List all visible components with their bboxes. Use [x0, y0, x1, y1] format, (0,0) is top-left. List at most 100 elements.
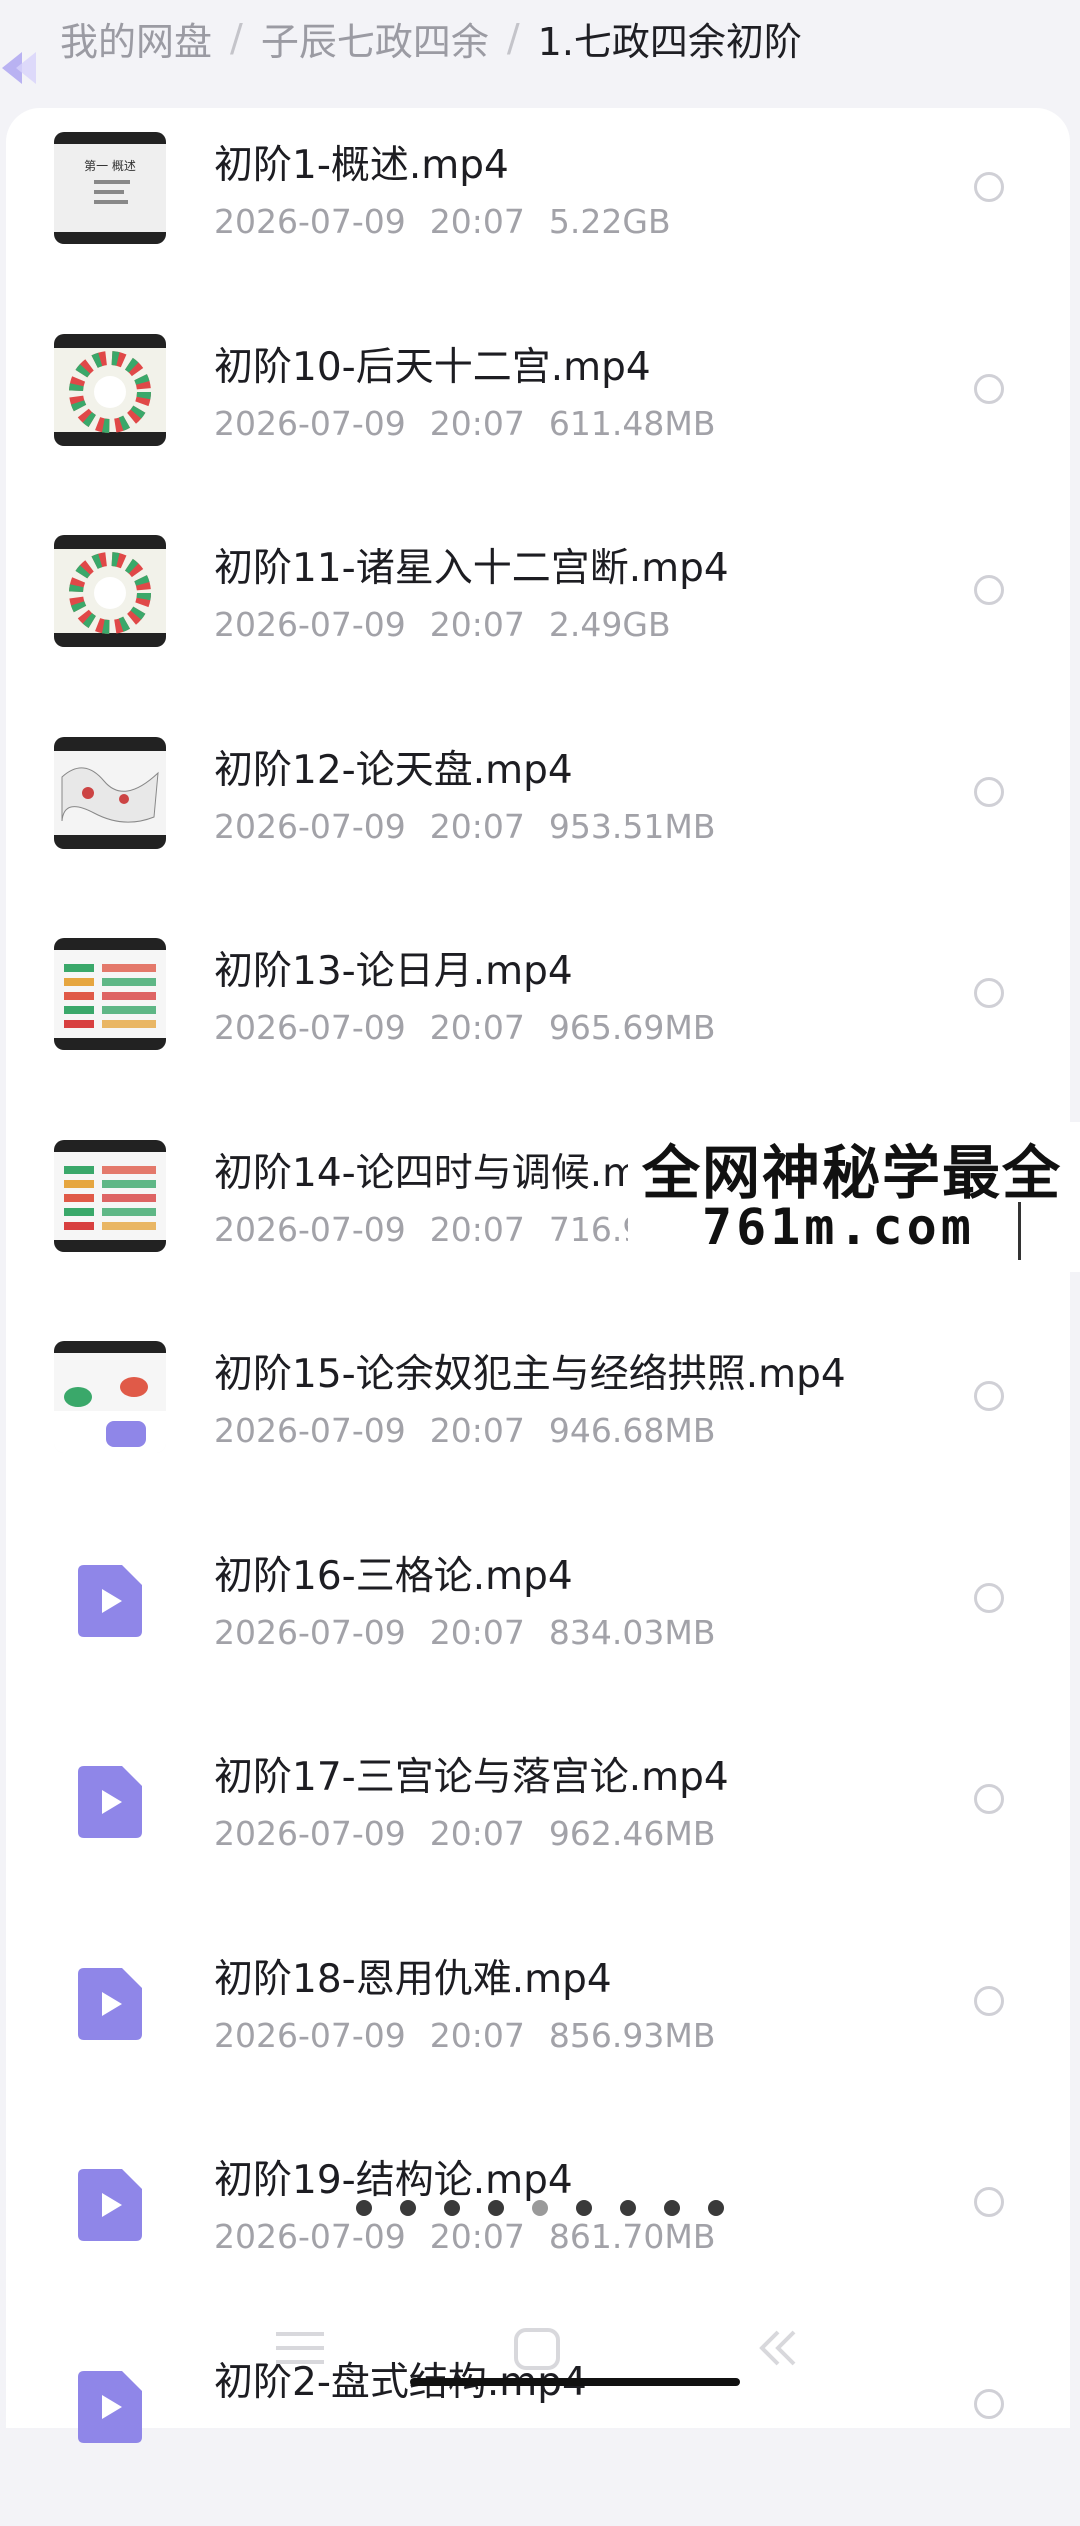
file-meta: 2026-07-0920:075.22GB [214, 202, 695, 241]
breadcrumb-separator: / [230, 16, 243, 60]
video-file-icon [78, 1968, 142, 2040]
file-size: 611.48MB [549, 404, 716, 443]
page-dot [576, 2200, 592, 2216]
page-dot [400, 2200, 416, 2216]
file-row[interactable]: 初阶18-恩用仇难.mp42026-07-0920:07856.93MB [6, 1922, 1070, 2124]
home-indicator[interactable] [410, 2378, 740, 2386]
back-icon[interactable] [752, 2326, 802, 2370]
file-date: 2026-07-09 [214, 404, 406, 443]
file-row[interactable]: 初阶19-结构论.mp42026-07-0920:07861.70MB [6, 2123, 1070, 2325]
file-meta: 2026-07-0920:07965.69MB [214, 1008, 739, 1047]
file-date: 2026-07-09 [214, 1411, 406, 1450]
page-dot-active [532, 2200, 548, 2216]
file-date: 2026-07-09 [214, 202, 406, 241]
breadcrumb-item-current: 1.七政四余初阶 [538, 11, 802, 66]
page-indicator [356, 2200, 724, 2216]
file-meta: 2026-07-0920:072.49GB [214, 605, 695, 644]
select-radio[interactable] [974, 1583, 1004, 1613]
page-dot [356, 2200, 372, 2216]
file-meta: 2026-07-0920:07716.9 [214, 1210, 667, 1249]
video-thumbnail [54, 737, 166, 849]
video-file-icon [78, 1766, 142, 1838]
file-date: 2026-07-09 [214, 605, 406, 644]
file-meta [214, 2419, 286, 2458]
file-row[interactable]: 初阶12-论天盘.mp4 2026-07-0920:07953.51MB [6, 713, 1070, 915]
file-size: 946.68MB [549, 1411, 716, 1450]
breadcrumb-separator: / [507, 16, 520, 60]
file-meta: 2026-07-09 20:07 834.03MB [214, 1613, 739, 1652]
select-radio[interactable] [974, 2187, 1004, 2217]
file-name: 初阶12-论天盘.mp4 [214, 739, 573, 795]
file-time: 20:07 [430, 1411, 525, 1450]
file-size: 856.93MB [549, 2016, 716, 2055]
file-row[interactable]: 初阶11-诸星入十二宫断.mp4 2026-07-0920:072.49GB [6, 511, 1070, 713]
video-file-icon [78, 2169, 142, 2241]
file-meta: 2026-07-0920:07861.70MB [214, 2217, 739, 2256]
video-thumbnail [54, 1140, 166, 1252]
video-thumbnail [54, 535, 166, 647]
file-size: 5.22GB [549, 202, 671, 241]
select-radio[interactable] [974, 978, 1004, 1008]
file-time: 20:07 [430, 404, 525, 443]
file-date: 2026-07-09 [214, 807, 406, 846]
select-radio[interactable] [974, 575, 1004, 605]
file-name: 初阶18-恩用仇难.mp4 [214, 1948, 612, 2004]
select-radio[interactable] [974, 1784, 1004, 1814]
breadcrumb: 我的网盘 / 子辰七政四余 / 1.七政四余初阶 [60, 10, 802, 66]
watermark-divider [1018, 1202, 1021, 1260]
video-thumbnail: 第一 概述 [54, 132, 166, 244]
file-row[interactable]: 初阶10-后天十二宫.mp4 2026-07-09 20:07 611.48MB [6, 310, 1070, 512]
file-row[interactable]: 初阶17-三宫论与落宫论.mp4 2026-07-09 20:07 962.46MB [6, 1720, 1070, 1922]
file-meta: 2026-07-0920:07953.51MB [214, 807, 739, 846]
file-time: 20:07 [430, 1613, 525, 1652]
file-size: 834.03MB [549, 1613, 716, 1652]
file-name: 初阶1-概述.mp4 [214, 134, 509, 190]
file-time: 20:07 [430, 1814, 525, 1853]
video-file-icon [78, 1565, 142, 1637]
select-radio[interactable] [974, 374, 1004, 404]
page-dot [620, 2200, 636, 2216]
menu-icon[interactable] [270, 2326, 330, 2370]
svg-text:第一 概述: 第一 概述 [84, 159, 136, 173]
file-date: 2026-07-09 [214, 1814, 406, 1853]
file-time: 20:07 [430, 2016, 525, 2055]
file-size: 953.51MB [549, 807, 716, 846]
file-name: 初阶14-论四时与调候.mp4 [214, 1142, 690, 1198]
file-size: 962.46MB [549, 1814, 716, 1853]
page-dot [708, 2200, 724, 2216]
header: 我的网盘 / 子辰七政四余 / 1.七政四余初阶 [0, 0, 1080, 80]
select-radio[interactable] [974, 1381, 1004, 1411]
breadcrumb-item-parent[interactable]: 子辰七政四余 [261, 11, 489, 66]
file-time: 20:07 [430, 1210, 525, 1249]
folder-back-icon[interactable] [0, 38, 60, 98]
breadcrumb-item-root[interactable]: 我的网盘 [60, 11, 212, 66]
file-time: 20:07 [430, 1008, 525, 1047]
select-radio[interactable] [974, 1986, 1004, 2016]
file-row[interactable]: 初阶15-论余奴犯主与经络拱照.mp4 2026-07-09 20:07 946.68… [6, 1317, 1070, 1519]
file-meta: 2026-07-09 20:07 962.46MB [214, 1814, 739, 1853]
file-row[interactable]: 初阶16-三格论.mp4 2026-07-09 20:07 834.03MB [6, 1519, 1070, 1721]
video-thumbnail [54, 938, 166, 1050]
file-name: 初阶15-论余奴犯主与经络拱照.mp4 [214, 1343, 846, 1399]
file-size: 2.49GB [549, 605, 671, 644]
select-radio[interactable] [974, 172, 1004, 202]
file-name: 初阶17-三宫论与落宫论.mp4 [214, 1746, 729, 1802]
page-dot [488, 2200, 504, 2216]
file-row[interactable]: 第一 概述 初阶1-概述.mp4 2026-07-0920:075.22GB [6, 108, 1070, 310]
file-meta: 2026-07-09 20:07 611.48MB [214, 404, 739, 443]
file-name: 初阶10-后天十二宫.mp4 [214, 336, 651, 392]
file-time: 20:07 [430, 2217, 525, 2256]
video-thumbnail [54, 1341, 166, 1453]
page-dot [664, 2200, 680, 2216]
file-name: 初阶16-三格论.mp4 [214, 1545, 573, 1601]
file-date: 2026-07-09 [214, 1613, 406, 1652]
file-date: 2026-07-09 [214, 1210, 406, 1249]
file-name: 初阶11-诸星入十二宫断.mp4 [214, 537, 729, 593]
home-icon[interactable] [512, 2326, 562, 2376]
watermark-line2: 761m.com [702, 1198, 975, 1256]
file-row[interactable]: 初阶13-论日月.mp42026-07-0920:07965.69MB [6, 914, 1070, 1116]
select-radio[interactable] [974, 777, 1004, 807]
file-meta: 2026-07-09 20:07 946.68MB [214, 1411, 739, 1450]
file-list: 第一 概述初阶1-概述.mp42026-07-0920:075.22GB初阶10… [6, 108, 1070, 2526]
file-date: 2026-07-09 [214, 1008, 406, 1047]
